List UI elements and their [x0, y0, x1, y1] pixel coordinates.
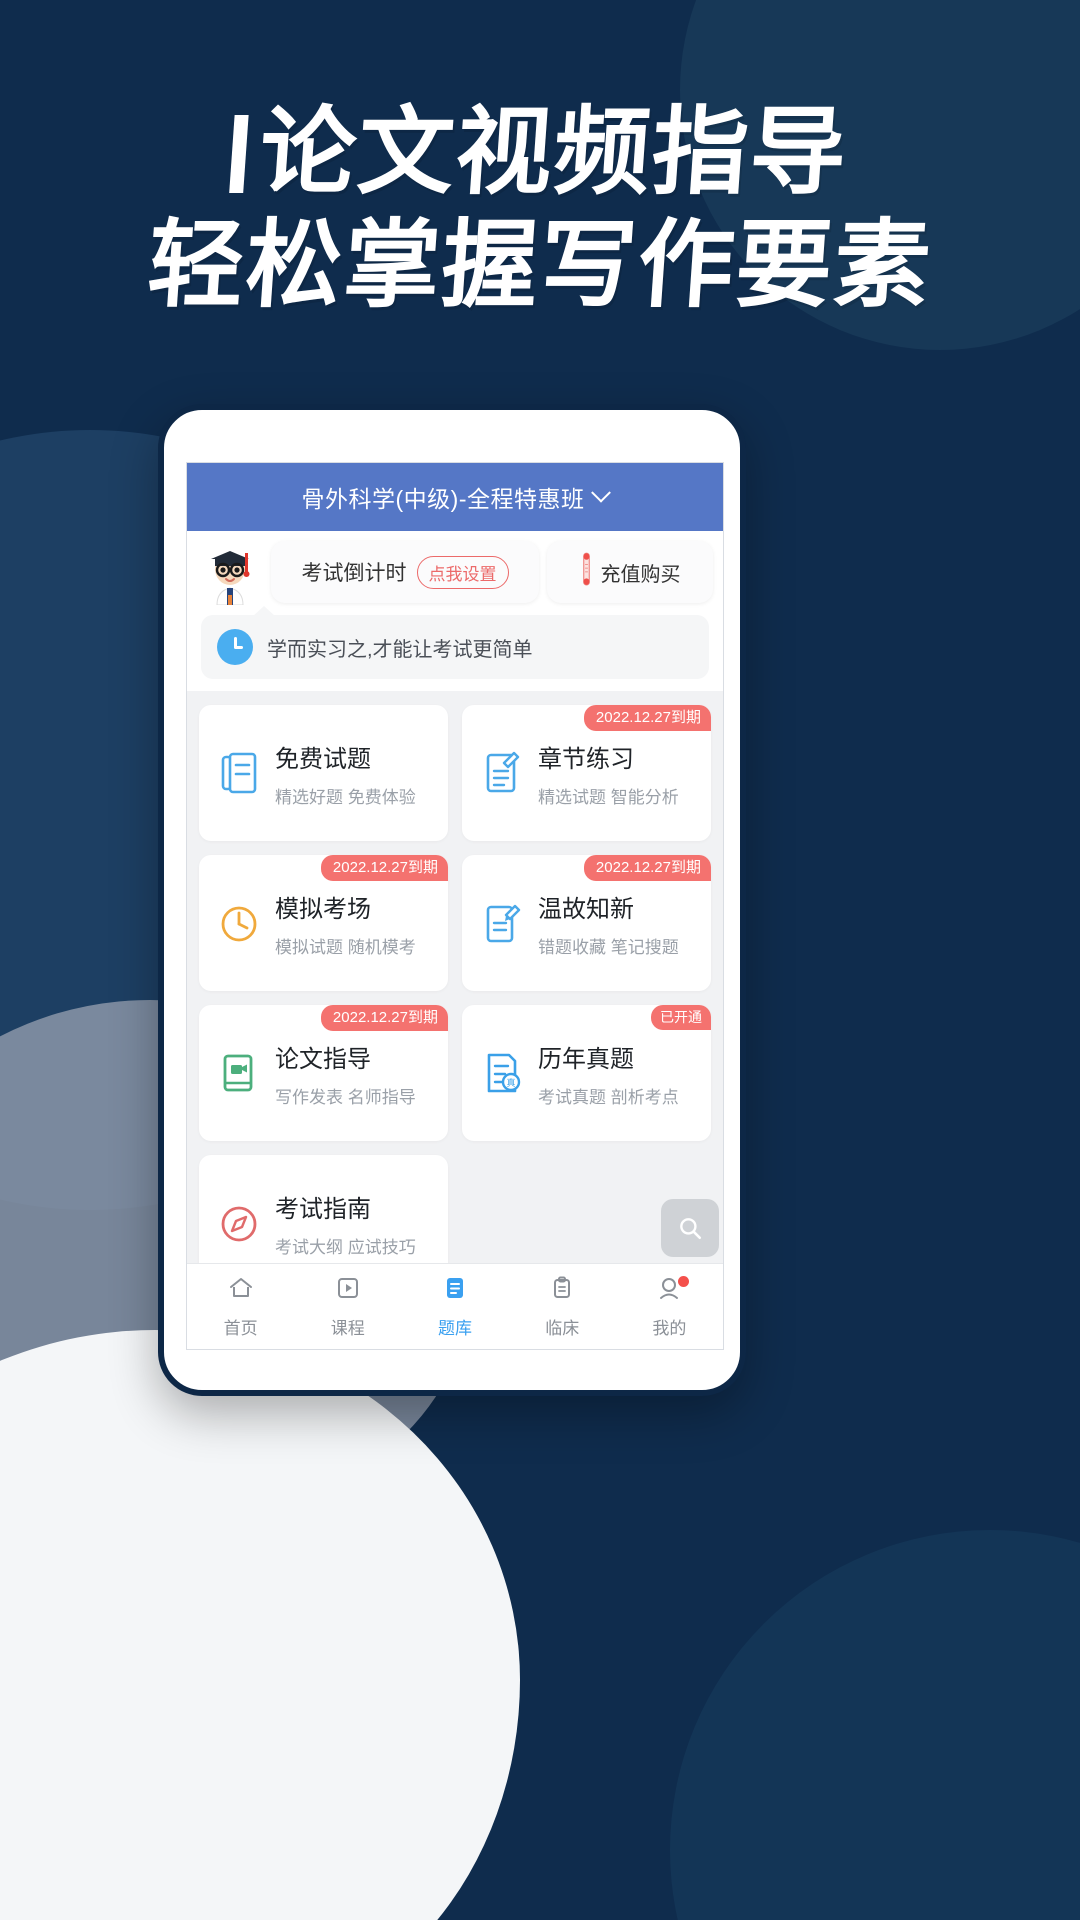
- app-header[interactable]: 骨外科学(中级)-全程特惠班: [187, 463, 723, 531]
- thermometer-icon: [580, 551, 593, 594]
- feature-card-thesis-guidance[interactable]: 2022.12.27到期 论文指导 写作发表 名师指导: [199, 1005, 448, 1141]
- tab-clinical[interactable]: 临床: [509, 1264, 616, 1349]
- countdown-button[interactable]: 考试倒计时 点我设置: [271, 541, 539, 603]
- card-subtitle: 错题收藏 笔记搜题: [538, 937, 679, 957]
- doctor-avatar[interactable]: [197, 539, 263, 606]
- paper-seal-icon: 真: [480, 1049, 524, 1097]
- tab-courses[interactable]: 课程: [294, 1264, 401, 1349]
- headline-line-2: 轻松掌握写作要素: [144, 212, 936, 320]
- tab-home[interactable]: 首页: [187, 1264, 294, 1349]
- clock-outline-icon: [217, 899, 261, 947]
- tab-label: 课程: [330, 1319, 365, 1338]
- clipboard-icon: [548, 1274, 576, 1307]
- card-subtitle: 考试真题 剖析考点: [538, 1087, 679, 1107]
- tab-label: 我的: [652, 1319, 687, 1338]
- card-title: 论文指导: [275, 1045, 371, 1073]
- card-subtitle: 模拟试题 随机模考: [275, 937, 416, 957]
- card-expiry-badge: 2022.12.27到期: [320, 1005, 448, 1031]
- app-header-title: 骨外科学(中级)-全程特惠班: [301, 486, 585, 512]
- video-book-icon: [217, 1049, 261, 1097]
- feature-card-past-papers[interactable]: 已开通 真 历年真题 考试真题 剖析考点: [462, 1005, 711, 1141]
- card-subtitle: 精选好题 免费体验: [275, 787, 416, 807]
- countdown-label: 考试倒计时: [301, 562, 407, 585]
- notice-wrapper: 学而实习之,才能让考试更简单: [187, 606, 723, 691]
- list-icon: [441, 1274, 469, 1307]
- chevron-down-icon[interactable]: [591, 482, 612, 503]
- tab-mine[interactable]: 我的: [616, 1264, 723, 1349]
- note-edit-icon: [480, 899, 524, 947]
- bg-blob-white-wave: [0, 1330, 520, 1920]
- card-subtitle: 考试大纲 应试技巧: [275, 1237, 416, 1257]
- poster-root: 论文视频指导 轻松掌握写作要素 骨外科学(中级)-全程特惠班 考试倒计时 点我设…: [0, 0, 1080, 1920]
- notice-text: 学而实习之,才能让考试更简单: [267, 638, 533, 661]
- feature-card-chapter-practice[interactable]: 2022.12.27到期 章节练习 精选试题 智能分析: [462, 705, 711, 841]
- bg-blob-bottom-right: [670, 1530, 1080, 1920]
- feature-card-free-questions[interactable]: 免费试题 精选好题 免费体验: [199, 705, 448, 841]
- notice-banner[interactable]: 学而实习之,才能让考试更简单: [201, 606, 709, 679]
- svg-text:真: 真: [506, 1077, 515, 1088]
- tab-question-bank[interactable]: 题库: [401, 1264, 508, 1349]
- tab-label: 题库: [438, 1319, 472, 1338]
- countdown-row: 考试倒计时 点我设置 充值购买: [187, 531, 723, 611]
- headline-line-1-text: 论文视频指导: [256, 99, 852, 206]
- phone-mockup: 骨外科学(中级)-全程特惠班 考试倒计时 点我设置 充值购买 学而实习之,才能让…: [158, 404, 746, 1396]
- tab-label: 首页: [223, 1319, 258, 1338]
- card-title: 考试指南: [275, 1195, 371, 1223]
- feature-card-mock-exam[interactable]: 2022.12.27到期 模拟考场 模拟试题 随机模考: [199, 855, 448, 991]
- headline-accent-bar: [229, 115, 249, 193]
- card-title: 温故知新: [538, 895, 634, 923]
- bottom-tab-bar: 首页 课程 题库 临床 我的: [187, 1263, 723, 1349]
- card-subtitle: 精选试题 智能分析: [538, 787, 679, 807]
- headline-line-1: 论文视频指导: [0, 96, 1080, 209]
- feature-grid: 免费试题 精选好题 免费体验 2022.12.27到期 章节练习 精选试题 智能…: [187, 691, 723, 1263]
- tab-label: 临床: [545, 1319, 580, 1338]
- card-expiry-badge: 2022.12.27到期: [320, 855, 448, 881]
- feature-card-review[interactable]: 2022.12.27到期 温故知新 错题收藏 笔记搜题: [462, 855, 711, 991]
- clock-icon: [217, 629, 253, 665]
- search-button[interactable]: [661, 1199, 719, 1257]
- card-title: 模拟考场: [275, 895, 371, 923]
- home-icon: [227, 1274, 255, 1307]
- recharge-buy-label: 充值购买: [600, 563, 681, 586]
- card-expiry-badge: 2022.12.27到期: [583, 855, 711, 881]
- note-pencil-icon: [480, 749, 524, 797]
- card-status-badge: 已开通: [651, 1005, 711, 1030]
- compass-icon: [217, 1199, 261, 1247]
- countdown-set-badge[interactable]: 点我设置: [416, 555, 509, 589]
- card-expiry-badge: 2022.12.27到期: [583, 705, 711, 731]
- app-screen: 骨外科学(中级)-全程特惠班 考试倒计时 点我设置 充值购买 学而实习之,才能让…: [186, 462, 724, 1350]
- feature-card-exam-guide[interactable]: 考试指南 考试大纲 应试技巧: [199, 1155, 448, 1263]
- card-title: 章节练习: [538, 745, 634, 773]
- document-lines-icon: [217, 749, 261, 797]
- card-title: 免费试题: [275, 745, 371, 773]
- play-box-icon: [334, 1274, 362, 1307]
- poster-headline: 论文视频指导 轻松掌握写作要素: [0, 96, 1080, 323]
- card-subtitle: 写作发表 名师指导: [275, 1087, 416, 1107]
- card-title: 历年真题: [538, 1045, 634, 1073]
- notification-dot: [678, 1276, 690, 1287]
- recharge-buy-button[interactable]: 充值购买: [547, 541, 713, 603]
